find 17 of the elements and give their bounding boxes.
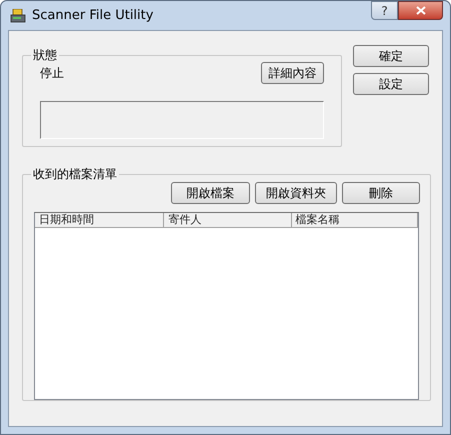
- status-text: 停止: [40, 65, 64, 82]
- window-title: Scanner File Utility: [32, 6, 154, 25]
- close-icon: [416, 6, 426, 15]
- dialog-button[interactable]: 詳細內容: [261, 62, 324, 84]
- column-header[interactable]: 日期和時間: [35, 213, 164, 227]
- column-header[interactable]: 檔案名稱: [292, 213, 418, 227]
- dialog-button[interactable]: 開啟資料夾: [255, 182, 337, 204]
- close-button[interactable]: [398, 1, 443, 20]
- dialog-button[interactable]: 刪除: [342, 182, 420, 204]
- scanner-icon: [10, 8, 26, 22]
- dialog-button[interactable]: 確定: [353, 45, 429, 67]
- group-title: 狀態: [32, 47, 58, 64]
- help-button[interactable]: ?: [371, 1, 398, 20]
- column-header[interactable]: 寄件人: [164, 213, 292, 227]
- dialog-button[interactable]: 設定: [353, 73, 429, 95]
- group-title: 收到的檔案清單: [32, 166, 118, 183]
- dialog-button[interactable]: 開啟檔案: [171, 182, 250, 204]
